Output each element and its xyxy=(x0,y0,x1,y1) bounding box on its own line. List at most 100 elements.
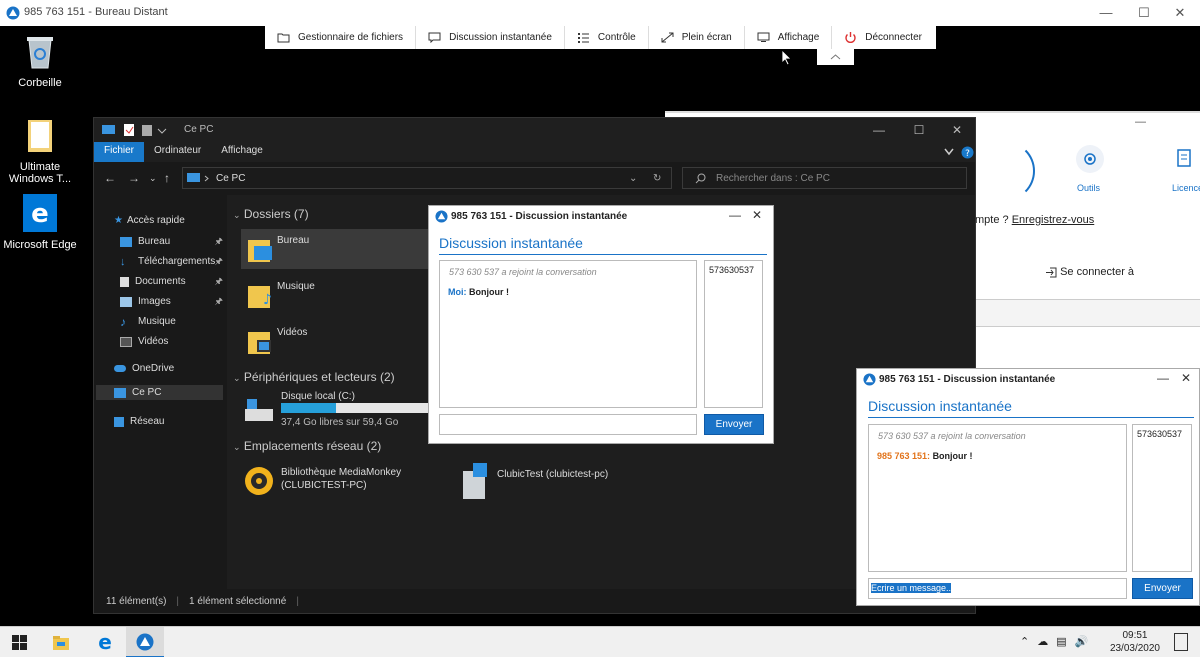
drive-item-c[interactable]: Disque local (C:) 37,4 Go libres sur 59,… xyxy=(241,391,441,433)
nav-telechargements[interactable]: ↓ Téléchargements 🖈 xyxy=(120,255,223,268)
forward-arrow-icon[interactable]: → xyxy=(128,171,140,185)
nav-images[interactable]: Images 🖈 xyxy=(120,296,223,307)
recent-locations-icon[interactable]: ⌄ xyxy=(149,173,157,184)
explorer-maximize-button[interactable]: ☐ xyxy=(899,120,939,140)
tray-cloud-icon[interactable]: ☁ xyxy=(1037,635,1048,648)
up-arrow-icon[interactable]: ↑ xyxy=(164,171,170,185)
music-note-icon: ♪ xyxy=(120,314,126,329)
display-button[interactable]: Affichage xyxy=(745,26,833,49)
login-button[interactable]: Se connecter à xyxy=(1045,266,1134,278)
disconnect-button[interactable]: Déconnecter xyxy=(832,26,934,49)
quick-access-toolbar-icons xyxy=(102,124,167,136)
status-count: 11 élément(s) xyxy=(106,595,167,607)
chat-user-list: 573630537 xyxy=(1132,424,1192,572)
folder-item-videos[interactable]: Vidéos xyxy=(241,321,429,361)
monitor-icon xyxy=(757,32,770,42)
user-entry[interactable]: 573630537 xyxy=(1137,429,1182,439)
nav-label: Bureau xyxy=(138,236,171,247)
tools-button[interactable] xyxy=(1076,145,1104,173)
control-button[interactable]: Contrôle xyxy=(565,26,649,49)
chevron-down-icon[interactable] xyxy=(944,148,954,156)
svg-text:e: e xyxy=(98,632,112,652)
minimize-button[interactable]: — xyxy=(1086,2,1126,24)
search-icon xyxy=(695,173,706,184)
close-button[interactable]: ✕ xyxy=(1160,2,1200,24)
document-icon xyxy=(1177,149,1191,167)
user-entry[interactable]: 573630537 xyxy=(709,265,754,275)
send-button[interactable]: Envoyer xyxy=(1132,578,1193,599)
ribbon-tab-fichier[interactable]: Fichier xyxy=(94,142,145,162)
nav-videos[interactable]: Vidéos xyxy=(120,336,223,347)
ribbon-tab-affichage[interactable]: Affichage xyxy=(211,142,273,162)
group-header-dossiers[interactable]: ⌄ Dossiers (7) xyxy=(233,207,309,221)
desktop-icon xyxy=(120,236,132,247)
folder-icon xyxy=(248,332,271,354)
notifications-icon[interactable] xyxy=(1174,633,1188,651)
group-header-emplacements[interactable]: ⌄ Emplacements réseau (2) xyxy=(233,439,381,453)
network-item-clubictest[interactable]: ClubicTest (clubictest-pc) xyxy=(457,461,657,501)
nav-reseau[interactable]: Réseau xyxy=(114,416,229,427)
search-input[interactable]: Rechercher dans : Ce PC xyxy=(682,167,967,189)
explorer-close-button[interactable]: ✕ xyxy=(937,120,977,140)
clock[interactable]: 09:51 23/03/2020 xyxy=(1110,627,1160,655)
explorer-minimize-button[interactable]: — xyxy=(859,120,899,140)
chat-message-input[interactable]: Ecrire un message.. xyxy=(868,578,1127,599)
refresh-icon[interactable]: ↻ xyxy=(653,173,661,184)
back-arrow-icon[interactable]: ← xyxy=(104,171,116,185)
address-bar[interactable]: Ce PC ⌄ ↻ xyxy=(182,167,672,189)
app-logo-icon xyxy=(6,6,20,20)
pin-icon: 🖈 xyxy=(214,295,223,306)
message-text: Bonjour ! xyxy=(469,287,510,297)
nav-label: OneDrive xyxy=(132,363,175,374)
send-button[interactable]: Envoyer xyxy=(704,414,764,435)
pin-icon: 🖈 xyxy=(214,255,223,266)
nav-quick-access[interactable]: ★ Accès rapide xyxy=(114,215,229,226)
mouse-cursor-icon xyxy=(782,50,792,66)
app-taskbar-button[interactable] xyxy=(126,627,164,657)
file-explorer-taskbar-icon[interactable] xyxy=(52,634,70,651)
chat-message-input[interactable] xyxy=(439,414,697,435)
image-icon xyxy=(120,296,132,307)
toolbar-collapse-tab[interactable] xyxy=(817,49,854,65)
desktop-icon-ultimate[interactable]: Ultimate Windows T... xyxy=(0,116,80,185)
folder-item-bureau[interactable]: Bureau xyxy=(241,229,429,269)
nav-bureau[interactable]: Bureau 🖈 xyxy=(120,236,223,247)
chat-minimize-button[interactable]: — xyxy=(729,208,741,222)
chat-close-button[interactable]: ✕ xyxy=(752,208,762,222)
address-dropdown-icon[interactable]: ⌄ xyxy=(629,173,637,184)
desktop-icon-edge[interactable]: e Microsoft Edge xyxy=(0,194,80,251)
help-icon[interactable]: ? xyxy=(961,146,974,159)
bg-minimize-button[interactable]: — xyxy=(1135,116,1146,128)
license-button[interactable] xyxy=(1170,145,1198,173)
ribbon-tab-ordinateur[interactable]: Ordinateur xyxy=(144,142,211,162)
edge-taskbar-icon[interactable]: e xyxy=(95,632,115,652)
nav-documents[interactable]: Documents 🖈 xyxy=(120,276,223,287)
group-header-peripheriques[interactable]: ⌄ Périphériques et lecteurs (2) xyxy=(233,370,395,384)
chat-close-button[interactable]: ✕ xyxy=(1181,371,1191,385)
folder-icon xyxy=(248,240,272,262)
file-manager-button[interactable]: Gestionnaire de fichiers xyxy=(265,26,417,49)
explorer-title: Ce PC xyxy=(184,124,214,135)
windows-start-icon[interactable] xyxy=(12,635,28,651)
tray-chevron-up-icon[interactable]: ⌃ xyxy=(1020,635,1029,648)
nav-onedrive[interactable]: OneDrive xyxy=(114,363,229,374)
register-link[interactable]: Enregistrez-vous xyxy=(1012,214,1095,226)
nav-cepc[interactable]: Ce PC xyxy=(96,385,223,400)
desktop-icon-recycle-bin[interactable]: Corbeille xyxy=(0,32,80,89)
pin-icon: 🖈 xyxy=(214,235,223,246)
network-item-mediamonkey[interactable]: Bibliothèque MediaMonkey (CLUBICTEST-PC) xyxy=(241,461,441,501)
star-icon: ★ xyxy=(114,215,123,226)
explorer-status-bar: 11 élément(s) | 1 élément sélectionné | xyxy=(94,589,975,613)
network-drive-icon xyxy=(463,463,487,499)
maximize-button[interactable]: ☐ xyxy=(1124,2,1164,24)
fullscreen-button[interactable]: Plein écran xyxy=(649,26,745,49)
chat-button[interactable]: Discussion instantanée xyxy=(416,26,565,49)
tray-volume-icon[interactable]: 🔊 xyxy=(1075,635,1089,648)
folder-item-musique[interactable]: ♪ Musique xyxy=(241,275,429,315)
chat-minimize-button[interactable]: — xyxy=(1157,371,1169,385)
tray-network-icon[interactable]: ▤ xyxy=(1056,635,1066,648)
drive-free-space: 37,4 Go libres sur 59,4 Go xyxy=(281,417,399,428)
chevron-up-icon xyxy=(830,54,841,60)
message-sender: Moi: xyxy=(448,287,467,297)
nav-musique[interactable]: ♪ Musique xyxy=(120,314,223,329)
